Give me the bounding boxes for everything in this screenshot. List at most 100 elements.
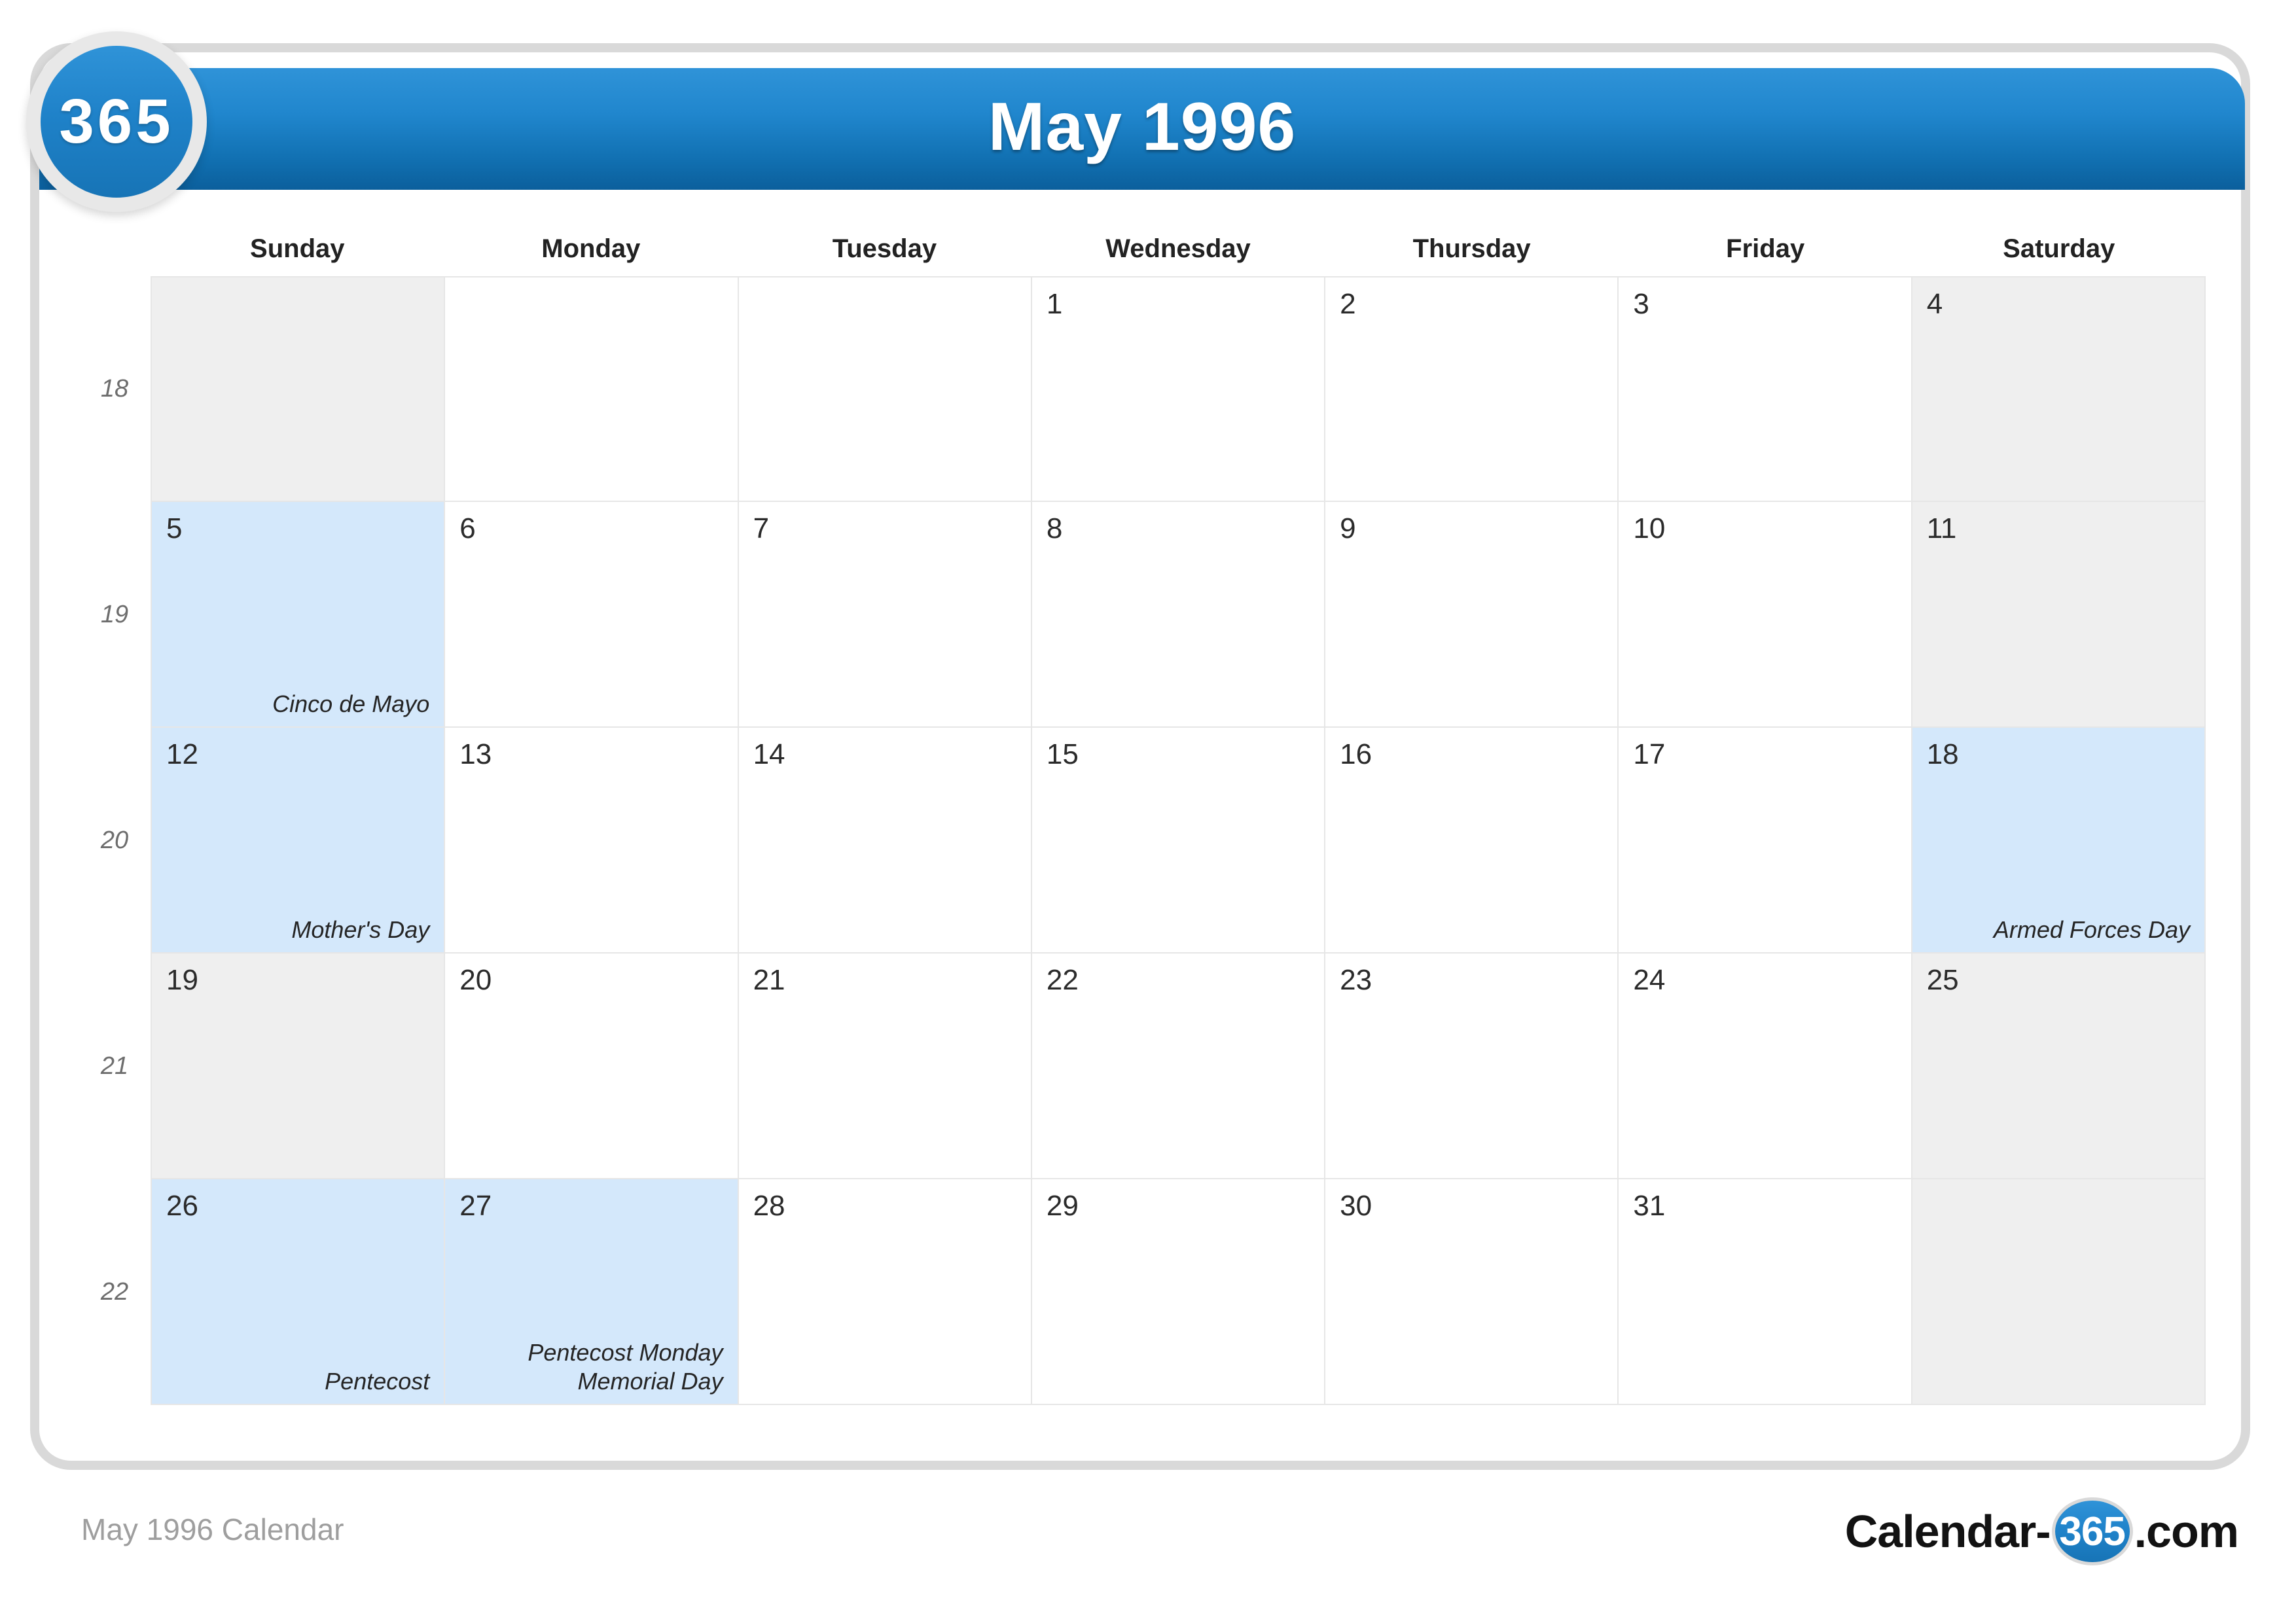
page-title: May 1996 (988, 89, 1297, 166)
day-number: 27 (459, 1190, 492, 1222)
calendar-week-cells: 12 Mother's Day 13 14 15 16 17 18 Armed Forces D… (151, 728, 2206, 954)
day-number: 8 (1046, 512, 1063, 544)
day-number: 15 (1046, 738, 1079, 770)
day-number: 9 (1340, 512, 1356, 544)
logo-365-badge: 365 (2051, 1497, 2133, 1565)
day-events: Pentecost (325, 1367, 429, 1396)
day-number: 2 (1340, 288, 1356, 320)
calendar-day-cell[interactable]: 17 (1619, 728, 1912, 954)
calendar-day-cell[interactable]: 28 (738, 1179, 1032, 1405)
day-number: 26 (166, 1190, 198, 1222)
weekday-header-friday: Friday (1726, 234, 1805, 263)
week-number: 22 (79, 1179, 151, 1405)
calendar-day-cell[interactable]: 4 (1912, 276, 2206, 502)
day-number: 31 (1633, 1190, 1666, 1222)
day-number: 5 (166, 512, 183, 544)
day-number: 4 (1926, 288, 1943, 320)
calendar-day-cell[interactable]: 26 Pentecost (151, 1179, 446, 1405)
brand-badge-inner: 365 (41, 46, 192, 198)
calendar-day-cell[interactable]: 19 (151, 954, 446, 1179)
calendar-day-cell[interactable]: 14 (738, 728, 1032, 954)
day-number: 30 (1340, 1190, 1372, 1222)
weekday-header-thursday: Thursday (1412, 234, 1531, 263)
calendar-day-cell[interactable]: 2 (1325, 276, 1619, 502)
day-event-label: Memorial Day (577, 1368, 723, 1395)
calendar-day-cell[interactable]: 25 (1912, 954, 2206, 1179)
calendar-grid-container: Sunday Monday Tuesday Wednesday Thursday… (79, 229, 2206, 1427)
weekday-header-monday: Monday (541, 234, 641, 263)
day-events: Cinco de Mayo (272, 690, 429, 719)
calendar-day-cell[interactable]: 7 (738, 502, 1032, 728)
calendar-week-cells: 1 2 3 4 (151, 276, 2206, 502)
day-event-label: Pentecost Monday (528, 1339, 723, 1366)
calendar-week-row: 20 12 Mother's Day 13 14 15 16 17 18 Armed Forces… (79, 728, 2206, 954)
calendar-day-cell[interactable]: 27 Pentecost Monday Memorial Day (445, 1179, 739, 1405)
calendar-day-cell[interactable]: 1 (1031, 276, 1326, 502)
calendar-day-cell[interactable]: 12 Mother's Day (151, 728, 446, 954)
day-event-label: Cinco de Mayo (272, 690, 430, 718)
day-number: 28 (753, 1190, 785, 1222)
calendar-day-cell[interactable]: 13 (445, 728, 739, 954)
calendar-day-cell[interactable]: 29 (1031, 1179, 1326, 1405)
logo-prefix: Calendar- (1844, 1506, 2051, 1557)
calendar-day-cell[interactable]: 11 (1912, 502, 2206, 728)
calendar-day-cell[interactable]: 3 (1619, 276, 1912, 502)
day-number: 25 (1926, 964, 1959, 996)
day-number: 19 (166, 964, 198, 996)
day-number: 3 (1633, 288, 1649, 320)
logo-suffix: .com (2134, 1506, 2239, 1557)
title-bar: May 1996 (39, 68, 2245, 190)
weekday-header-tuesday: Tuesday (832, 234, 937, 263)
weekday-header-saturday: Saturday (2003, 234, 2115, 263)
day-events: Armed Forces Day (1994, 916, 2190, 944)
calendar-day-cell[interactable]: 16 (1325, 728, 1619, 954)
day-number: 20 (459, 964, 492, 996)
calendar-day-cell[interactable] (1912, 1179, 2206, 1405)
day-number: 17 (1633, 738, 1666, 770)
brand-badge-365: 365 (26, 31, 207, 212)
calendar-day-cell[interactable] (445, 276, 739, 502)
day-number: 10 (1633, 512, 1666, 544)
calendar-day-cell[interactable]: 18 Armed Forces Day (1912, 728, 2206, 954)
day-number: 6 (459, 512, 476, 544)
weekday-header-wednesday: Wednesday (1105, 234, 1251, 263)
brand-badge-label: 365 (59, 86, 174, 156)
calendar-grid: 18 1 2 3 4 19 5 Cinco de Mayo 6 7 8 9 10 11 20 12 Mother… (79, 276, 2206, 1405)
day-events: Mother's Day (291, 916, 429, 944)
calendar-week-cells: 26 Pentecost 27 Pentecost Monday Memorial Da… (151, 1179, 2206, 1405)
day-event-label: Armed Forces Day (1993, 916, 2190, 944)
calendar-day-cell[interactable]: 5 Cinco de Mayo (151, 502, 446, 728)
day-number: 12 (166, 738, 198, 770)
calendar-day-cell[interactable]: 22 (1031, 954, 1326, 1179)
day-number: 7 (753, 512, 770, 544)
calendar-day-cell[interactable]: 30 (1325, 1179, 1619, 1405)
calendar-day-cell[interactable]: 23 (1325, 954, 1619, 1179)
calendar-day-cell[interactable]: 6 (445, 502, 739, 728)
calendar-page: May 1996 365 365 Sunday Monday Tuesday W… (0, 0, 2296, 1623)
calendar-day-cell[interactable]: 10 (1619, 502, 1912, 728)
calendar-week-row: 22 26 Pentecost 27 Pentecost Monday Memorial … (79, 1179, 2206, 1405)
calendar365-logo[interactable]: Calendar- 365 .com (1844, 1497, 2239, 1565)
calendar-day-cell[interactable] (151, 276, 446, 502)
day-number: 14 (753, 738, 785, 770)
calendar-week-row: 21 19 20 21 22 23 24 25 (79, 954, 2206, 1179)
calendar-day-cell[interactable] (738, 276, 1032, 502)
day-number: 22 (1046, 964, 1079, 996)
day-number: 16 (1340, 738, 1372, 770)
calendar-day-cell[interactable]: 20 (445, 954, 739, 1179)
day-event-label: Pentecost (325, 1368, 430, 1395)
calendar-day-cell[interactable]: 21 (738, 954, 1032, 1179)
week-number: 20 (79, 728, 151, 954)
calendar-day-cell[interactable]: 24 (1619, 954, 1912, 1179)
calendar-day-cell[interactable]: 31 (1619, 1179, 1912, 1405)
day-number: 24 (1633, 964, 1666, 996)
week-number: 21 (79, 954, 151, 1179)
calendar-day-cell[interactable]: 9 (1325, 502, 1619, 728)
calendar-week-row: 19 5 Cinco de Mayo 6 7 8 9 10 11 (79, 502, 2206, 728)
calendar-week-row: 18 1 2 3 4 (79, 276, 2206, 502)
day-number: 21 (753, 964, 785, 996)
calendar-week-cells: 19 20 21 22 23 24 25 (151, 954, 2206, 1179)
day-events: Pentecost Monday Memorial Day (528, 1338, 723, 1396)
calendar-day-cell[interactable]: 15 (1031, 728, 1326, 954)
calendar-day-cell[interactable]: 8 (1031, 502, 1326, 728)
